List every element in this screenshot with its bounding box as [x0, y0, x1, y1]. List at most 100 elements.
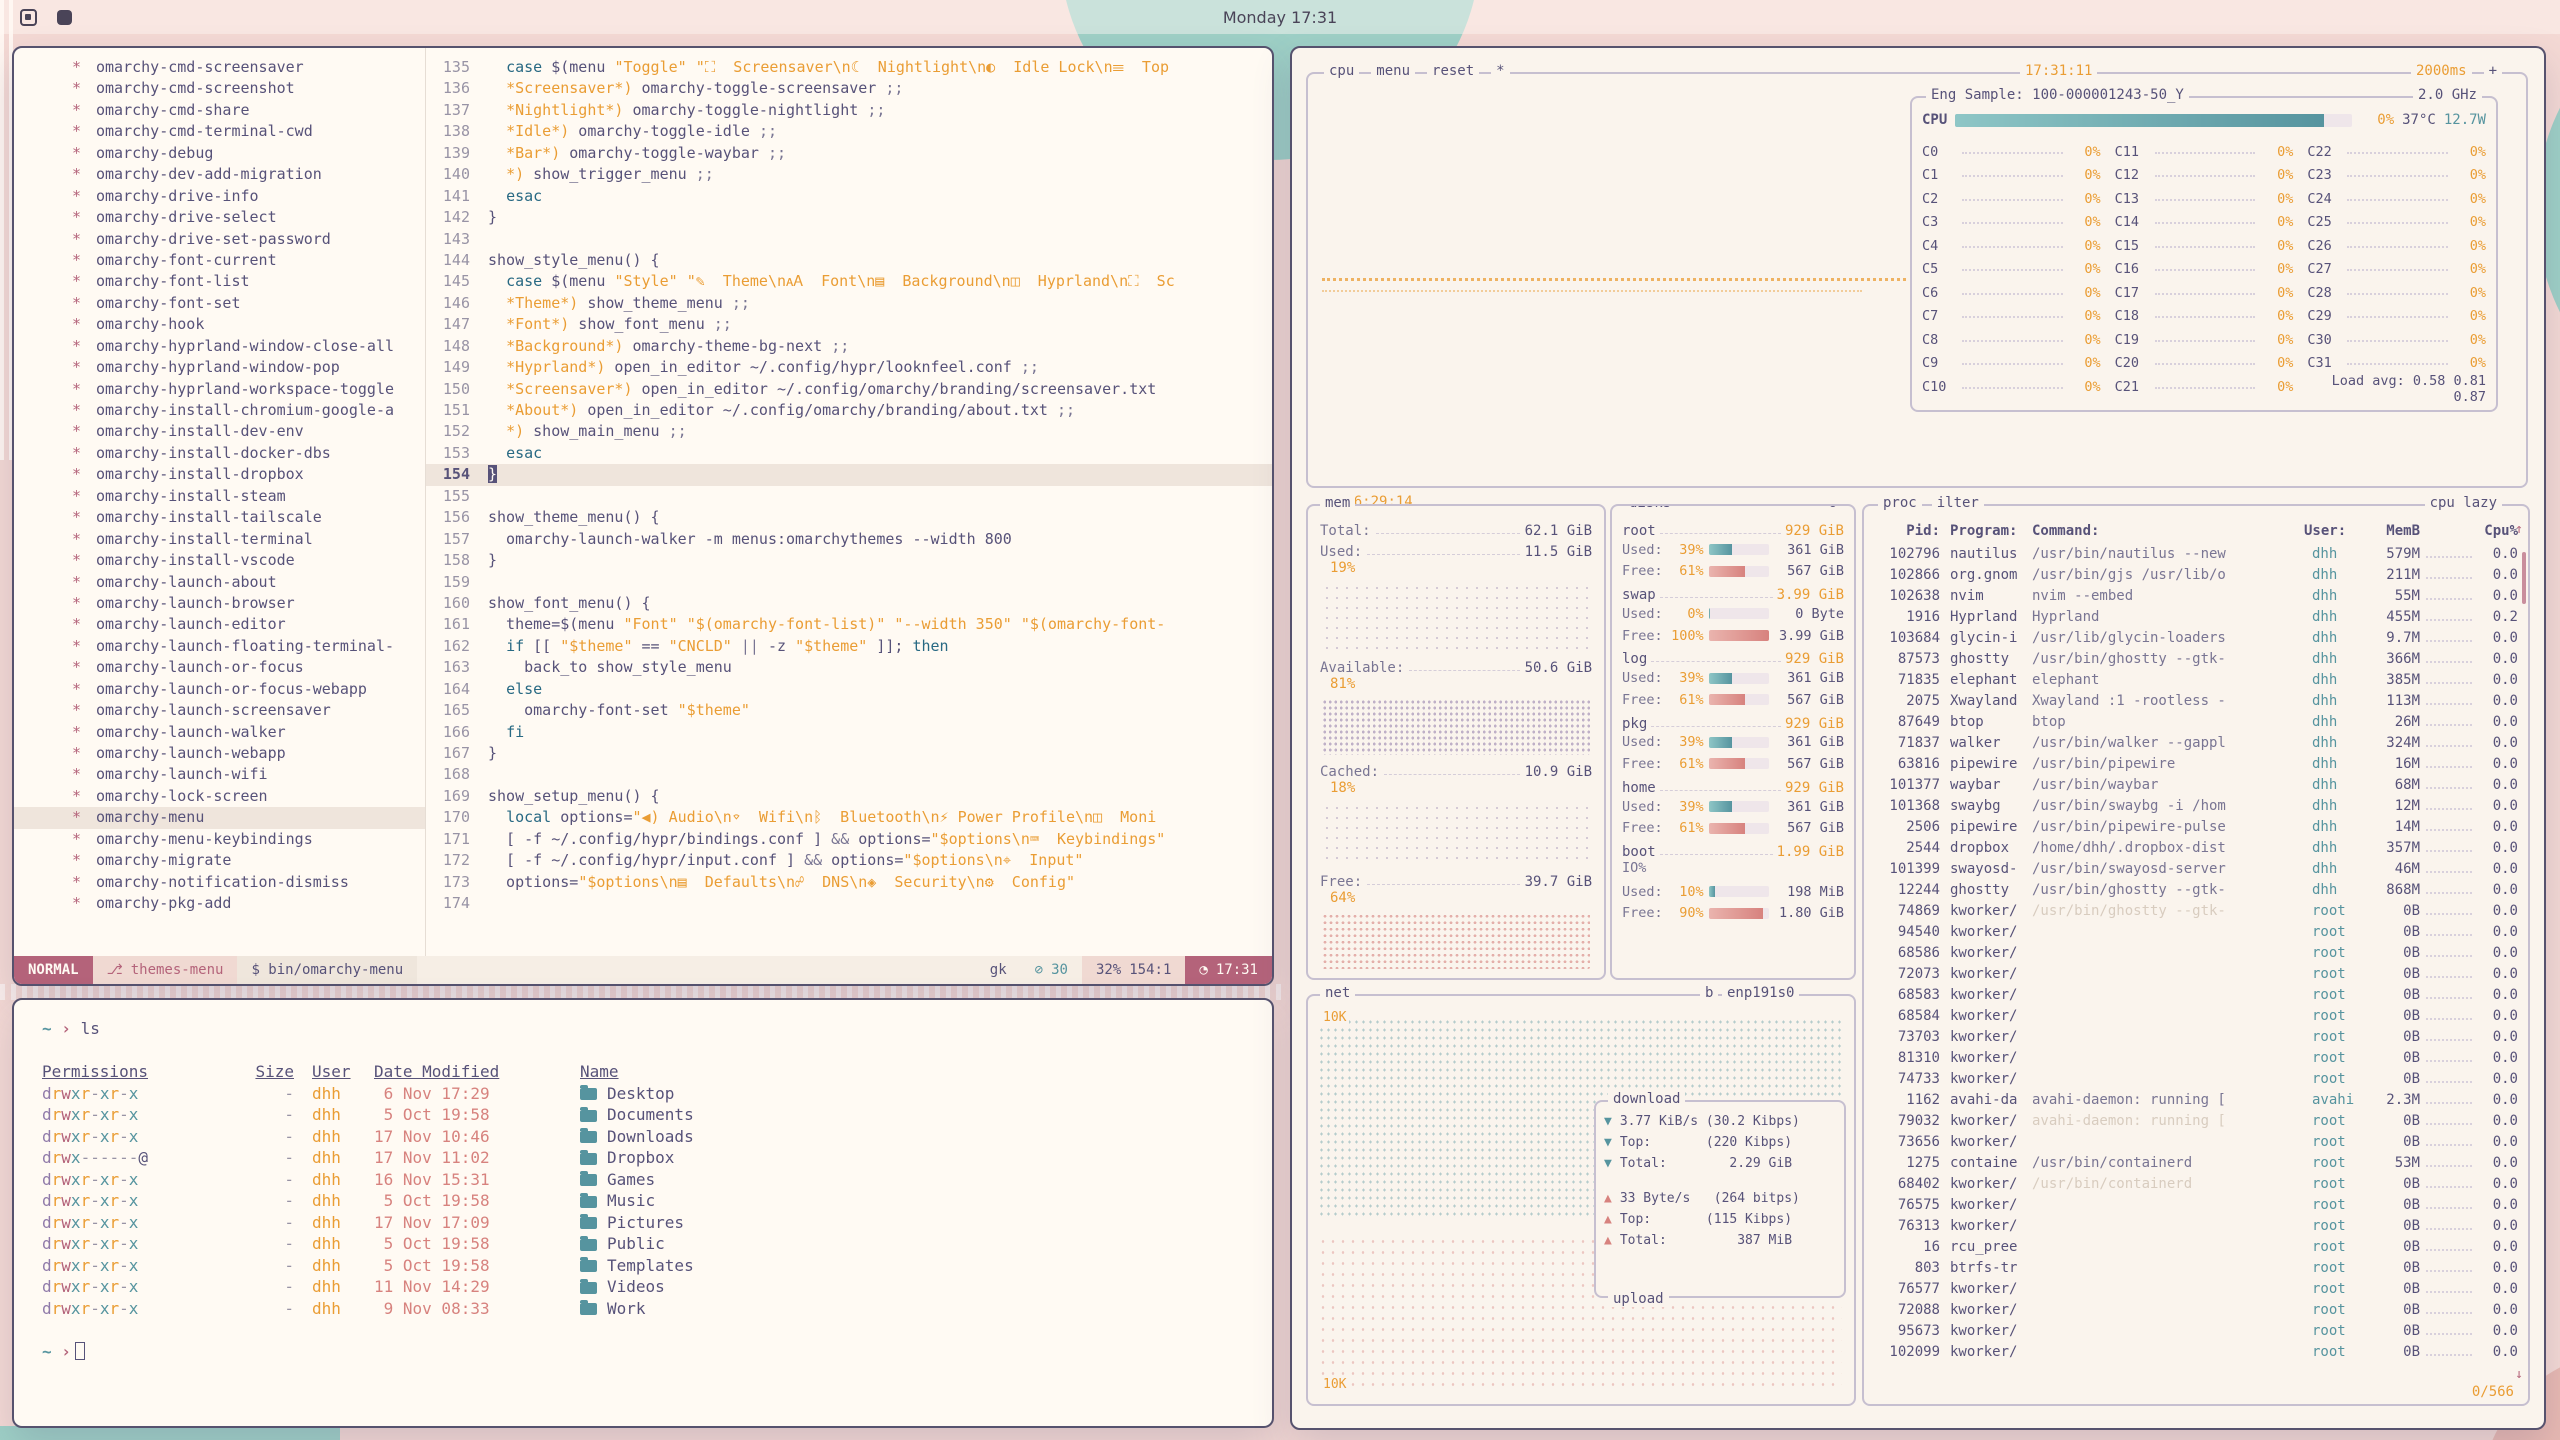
code-line[interactable]: 139 *Bar*) omarchy-toggle-waybar ;;: [426, 143, 1272, 164]
code-line[interactable]: 167}: [426, 743, 1272, 764]
omarchy-menu[interactable]: *omarchy-menu: [14, 807, 425, 828]
proc-filter-button[interactable]: ilter: [1932, 495, 1984, 511]
process-row[interactable]: 102638 nvim nvim --embed dhh 55M 0.0: [1864, 586, 2528, 607]
code-line[interactable]: 173 options="$options\n▤ Defaults\n☍ DNS…: [426, 872, 1272, 893]
code-line[interactable]: 171 [ -f ~/.config/hypr/bindings.conf ] …: [426, 829, 1272, 850]
omarchy-install-chromium-google-a[interactable]: *omarchy-install-chromium-google-a: [14, 400, 425, 421]
code-pane[interactable]: 135 case $(menu "Toggle" "⛶ Screensaver\…: [426, 48, 1272, 956]
clock[interactable]: Monday 17:31: [1223, 8, 1337, 27]
process-row[interactable]: 79032 kworker/ avahi-daemon: running [ r…: [1864, 1111, 2528, 1132]
omarchy-cmd-share[interactable]: *omarchy-cmd-share: [14, 100, 425, 121]
workspace-1-icon[interactable]: [20, 9, 37, 26]
code-line[interactable]: 156show_theme_menu() {: [426, 507, 1272, 528]
omarchy-dev-add-migration[interactable]: *omarchy-dev-add-migration: [14, 164, 425, 185]
code-line[interactable]: 170 local options="◀) Audio\n⌔ Wifi\nᛒ B…: [426, 807, 1272, 828]
code-line[interactable]: 162 if [[ "$theme" == "CNCLD" || -z "$th…: [426, 636, 1272, 657]
code-line[interactable]: 169show_setup_menu() {: [426, 786, 1272, 807]
process-row[interactable]: 68584 kworker/ root 0B 0.0: [1864, 1006, 2528, 1027]
scrollbar-thumb[interactable]: [2522, 552, 2526, 604]
omarchy-font-set[interactable]: *omarchy-font-set: [14, 293, 425, 314]
process-row[interactable]: 68402 kworker/ /usr/bin/containerd root …: [1864, 1174, 2528, 1195]
code-line[interactable]: 159: [426, 572, 1272, 593]
process-row[interactable]: 16 rcu_pree root 0B 0.0: [1864, 1237, 2528, 1258]
code-line[interactable]: 141 esac: [426, 186, 1272, 207]
interval-plus-button[interactable]: +: [2484, 63, 2502, 79]
process-row[interactable]: 2506 pipewire /usr/bin/pipewire-pulse dh…: [1864, 817, 2528, 838]
code-line[interactable]: 140 *) show_trigger_menu ;;: [426, 164, 1272, 185]
process-row[interactable]: 72073 kworker/ root 0B 0.0: [1864, 964, 2528, 985]
process-row[interactable]: 68583 kworker/ root 0B 0.0: [1864, 985, 2528, 1006]
code-line[interactable]: 152 *) show_main_menu ;;: [426, 421, 1272, 442]
process-row[interactable]: 87573 ghostty /usr/bin/ghostty --gtk- dh…: [1864, 649, 2528, 670]
process-table-header[interactable]: Pid: Program: Command: User: MemB Cpu%: [1864, 520, 2528, 544]
process-row[interactable]: 87649 btop btop dhh 26M 0.0: [1864, 712, 2528, 733]
omarchy-install-steam[interactable]: *omarchy-install-steam: [14, 486, 425, 507]
process-row[interactable]: 1916 Hyprland Hyprland dhh 455M 0.2: [1864, 607, 2528, 628]
network-interface[interactable]: enp191s0: [1722, 985, 1799, 1001]
proc-sort-selector[interactable]: cpu lazy: [2425, 495, 2502, 511]
file-tree-pane[interactable]: *omarchy-cmd-screensaver *omarchy-cmd-sc…: [14, 48, 426, 956]
omarchy-launch-browser[interactable]: *omarchy-launch-browser: [14, 593, 425, 614]
process-row[interactable]: 1162 avahi-da avahi-daemon: running [ av…: [1864, 1090, 2528, 1111]
process-row[interactable]: 1275 containe /usr/bin/containerd root 5…: [1864, 1153, 2528, 1174]
omarchy-launch-or-focus[interactable]: *omarchy-launch-or-focus: [14, 657, 425, 678]
code-line[interactable]: 158}: [426, 550, 1272, 571]
code-line[interactable]: 154}: [426, 464, 1272, 485]
code-line[interactable]: 150 *Screensaver*) open_in_editor ~/.con…: [426, 379, 1272, 400]
terminal-window[interactable]: ~ › ls Permissions Size User Date Modifi…: [12, 998, 1274, 1428]
omarchy-menu-keybindings[interactable]: *omarchy-menu-keybindings: [14, 829, 425, 850]
code-line[interactable]: 147 *Font*) show_font_menu ;;: [426, 314, 1272, 335]
code-line[interactable]: 172 [ -f ~/.config/hypr/input.conf ] && …: [426, 850, 1272, 871]
process-row[interactable]: 74733 kworker/ root 0B 0.0: [1864, 1069, 2528, 1090]
process-row[interactable]: 73656 kworker/ root 0B 0.0: [1864, 1132, 2528, 1153]
omarchy-install-dev-env[interactable]: *omarchy-install-dev-env: [14, 421, 425, 442]
process-row[interactable]: 72088 kworker/ root 0B 0.0: [1864, 1300, 2528, 1321]
omarchy-install-docker-dbs[interactable]: *omarchy-install-docker-dbs: [14, 443, 425, 464]
process-row[interactable]: 101399 swayosd- /usr/bin/swayosd-server …: [1864, 859, 2528, 880]
code-line[interactable]: 164 else: [426, 679, 1272, 700]
omarchy-drive-info[interactable]: *omarchy-drive-info: [14, 186, 425, 207]
omarchy-cmd-screenshot[interactable]: *omarchy-cmd-screenshot: [14, 78, 425, 99]
process-row[interactable]: 71837 walker /usr/bin/walker --gappl dhh…: [1864, 733, 2528, 754]
code-line[interactable]: 135 case $(menu "Toggle" "⛶ Screensaver\…: [426, 57, 1272, 78]
code-line[interactable]: 168: [426, 764, 1272, 785]
omarchy-migrate[interactable]: *omarchy-migrate: [14, 850, 425, 871]
process-row[interactable]: 103684 glycin-i /usr/lib/glycin-loaders …: [1864, 628, 2528, 649]
reset-button[interactable]: reset: [1427, 63, 1479, 79]
omarchy-install-tailscale[interactable]: *omarchy-install-tailscale: [14, 507, 425, 528]
omarchy-notification-dismiss[interactable]: *omarchy-notification-dismiss: [14, 872, 425, 893]
omarchy-launch-walker[interactable]: *omarchy-launch-walker: [14, 722, 425, 743]
active-prompt[interactable]: ~ ›: [42, 1341, 1244, 1363]
code-line[interactable]: 160show_font_menu() {: [426, 593, 1272, 614]
code-line[interactable]: 136 *Screensaver*) omarchy-toggle-screen…: [426, 78, 1272, 99]
code-line[interactable]: 143: [426, 229, 1272, 250]
code-line[interactable]: 146 *Theme*) show_theme_menu ;;: [426, 293, 1272, 314]
process-row[interactable]: 74869 kworker/ /usr/bin/ghostty --gtk- r…: [1864, 901, 2528, 922]
omarchy-install-terminal[interactable]: *omarchy-install-terminal: [14, 529, 425, 550]
code-line[interactable]: 174: [426, 893, 1272, 914]
omarchy-cmd-terminal-cwd[interactable]: *omarchy-cmd-terminal-cwd: [14, 121, 425, 142]
omarchy-lock-screen[interactable]: *omarchy-lock-screen: [14, 786, 425, 807]
code-line[interactable]: 149 *Hyprland*) open_in_editor ~/.config…: [426, 357, 1272, 378]
omarchy-debug[interactable]: *omarchy-debug: [14, 143, 425, 164]
code-line[interactable]: 151 *About*) open_in_editor ~/.config/om…: [426, 400, 1272, 421]
omarchy-install-vscode[interactable]: *omarchy-install-vscode: [14, 550, 425, 571]
omarchy-hyprland-window-close-all[interactable]: *omarchy-hyprland-window-close-all: [14, 336, 425, 357]
omarchy-hyprland-workspace-toggle[interactable]: *omarchy-hyprland-workspace-toggle: [14, 379, 425, 400]
omarchy-hook[interactable]: *omarchy-hook: [14, 314, 425, 335]
code-line[interactable]: 163 back_to show_style_menu: [426, 657, 1272, 678]
code-line[interactable]: 153 esac: [426, 443, 1272, 464]
code-line[interactable]: 166 fi: [426, 722, 1272, 743]
process-row[interactable]: 101377 waybar /usr/bin/waybar dhh 68M 0.…: [1864, 775, 2528, 796]
code-line[interactable]: 145 case $(menu "Style" "✎ Theme\n🗚 Font…: [426, 271, 1272, 292]
omarchy-pkg-add[interactable]: *omarchy-pkg-add: [14, 893, 425, 914]
process-row[interactable]: 71835 elephant elephant dhh 385M 0.0: [1864, 670, 2528, 691]
omarchy-launch-wifi[interactable]: *omarchy-launch-wifi: [14, 764, 425, 785]
process-row[interactable]: 803 btrfs-tr root 0B 0.0: [1864, 1258, 2528, 1279]
omarchy-install-dropbox[interactable]: *omarchy-install-dropbox: [14, 464, 425, 485]
scroll-down-arrow[interactable]: ↓: [2515, 1367, 2523, 1382]
process-row[interactable]: 76575 kworker/ root 0B 0.0: [1864, 1195, 2528, 1216]
omarchy-launch-editor[interactable]: *omarchy-launch-editor: [14, 614, 425, 635]
omarchy-font-list[interactable]: *omarchy-font-list: [14, 271, 425, 292]
omarchy-hyprland-window-pop[interactable]: *omarchy-hyprland-window-pop: [14, 357, 425, 378]
